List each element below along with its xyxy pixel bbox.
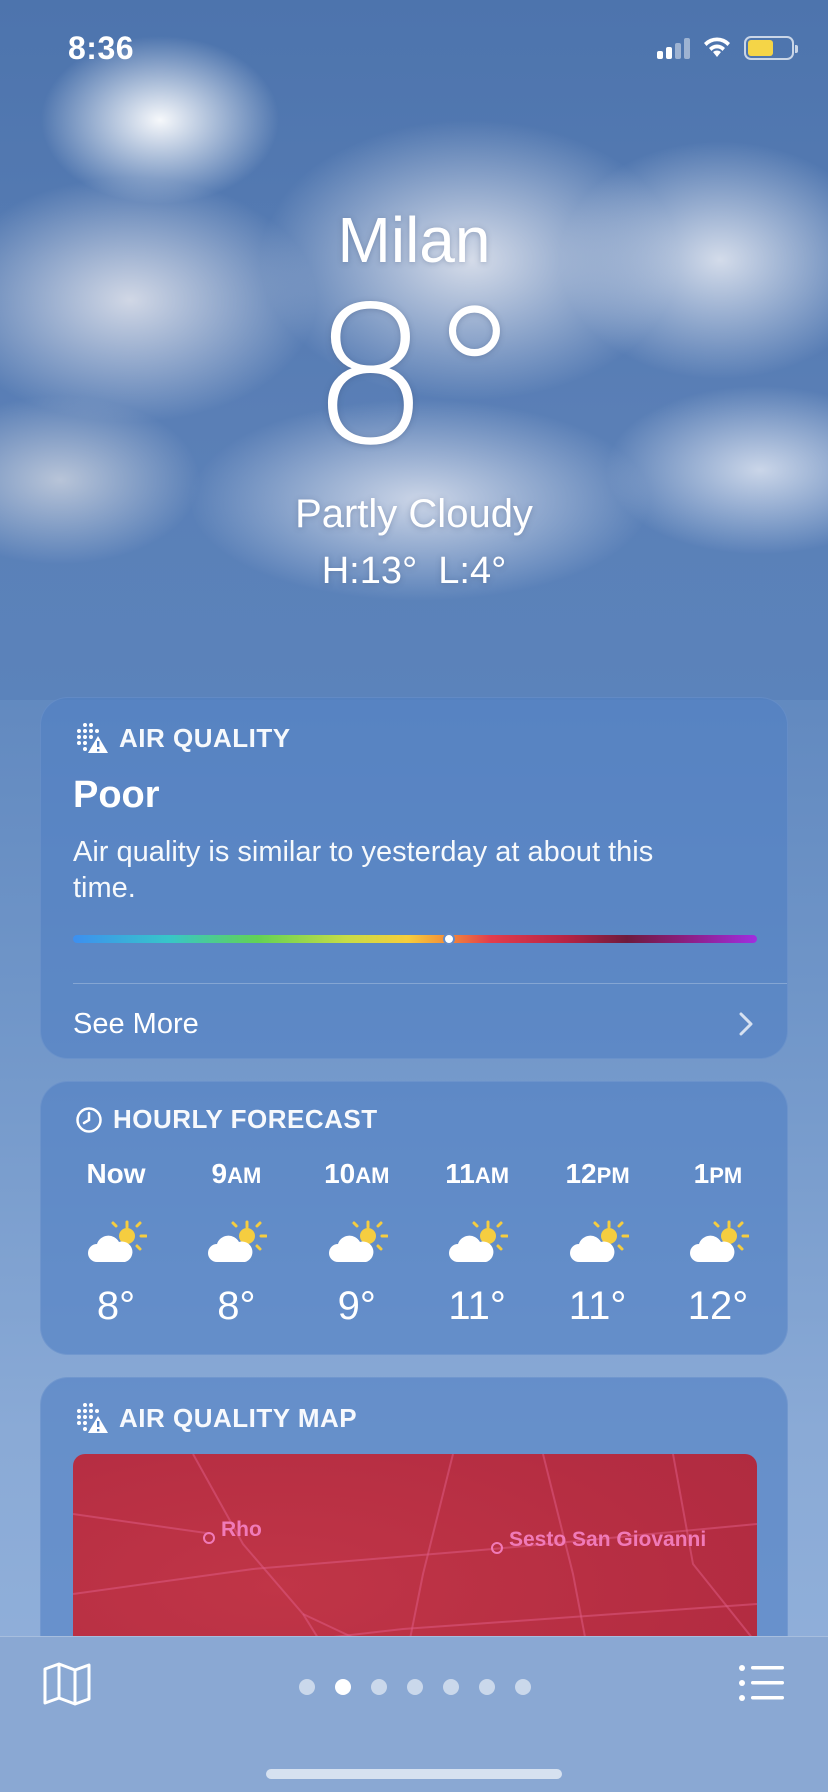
page-dot[interactable] [479, 1679, 495, 1695]
air-quality-marker [443, 933, 456, 945]
hour-item: Now 8° [57, 1154, 175, 1329]
hour-temperature: 12° [687, 1284, 749, 1328]
home-indicator[interactable] [266, 1769, 562, 1779]
page-indicator[interactable] [0, 1679, 828, 1695]
page-dot[interactable] [407, 1679, 423, 1695]
status-icons [657, 36, 798, 60]
hour-label: 12PM [565, 1158, 630, 1189]
partly-cloudy-icon [326, 1218, 389, 1266]
hour-item: 9AM 8° [177, 1154, 295, 1329]
hour-label: Now [86, 1158, 146, 1189]
hour-label: 10AM [324, 1158, 390, 1189]
map-location-dot [203, 1532, 215, 1544]
air-quality-level: Poor [73, 774, 160, 816]
air-quality-header: AIR QUALITY [75, 722, 291, 754]
hour-item: 11AM 11° [418, 1154, 536, 1329]
status-bar: 8:36 [0, 0, 828, 100]
see-more-button[interactable]: See More [73, 996, 757, 1052]
air-quality-description: Air quality is similar to yesterday at a… [73, 836, 654, 904]
map-label-rho: Rho [203, 1516, 262, 1544]
hour-label: 1PM [693, 1158, 743, 1189]
hour-temperature: 11° [568, 1284, 627, 1328]
partly-cloudy-icon [205, 1218, 268, 1266]
hour-temperature: 9° [337, 1284, 376, 1328]
hourly-list: Now 8° 9AM 8° 10AM 9° 11AM 11° 12PM 11° … [57, 1154, 777, 1329]
weather-condition: Partly Cloudy [295, 492, 533, 536]
page-dot[interactable] [335, 1679, 351, 1695]
page-dot[interactable] [515, 1679, 531, 1695]
hour-temperature: 11° [448, 1284, 506, 1328]
partly-cloudy-icon [446, 1218, 509, 1266]
air-quality-title: AIR QUALITY [119, 722, 291, 753]
hour-item: 12PM 11° [539, 1154, 657, 1329]
hour-label: 11AM [445, 1158, 510, 1189]
hourly-forecast-title: HOURLY FORECAST [113, 1104, 378, 1134]
air-quality-icon [75, 1402, 109, 1434]
battery-icon [744, 36, 798, 60]
hour-temperature: 8° [217, 1284, 256, 1328]
partly-cloudy-icon [687, 1218, 750, 1266]
page-dot[interactable] [299, 1679, 315, 1695]
hour-item: 1PM 12° [659, 1154, 777, 1329]
air-quality-card[interactable]: AIR QUALITY Poor Air quality is similar … [40, 697, 788, 1059]
partly-cloudy-icon [85, 1218, 148, 1266]
see-more-label: See More [73, 1007, 199, 1040]
hourly-forecast-card[interactable]: HOURLY FORECAST Now 8° 9AM 8° 10AM 9° 11… [40, 1081, 788, 1355]
cellular-signal-icon [657, 37, 690, 59]
page-dot[interactable] [371, 1679, 387, 1695]
air-quality-scale [73, 933, 757, 945]
map-location-dot [491, 1542, 503, 1554]
bottom-toolbar [0, 1636, 828, 1792]
hour-label: 9AM [211, 1158, 262, 1189]
partly-cloudy-icon [567, 1218, 630, 1266]
hour-temperature: 8° [96, 1284, 136, 1328]
chevron-right-icon [739, 1012, 753, 1036]
hourly-forecast-header: HOURLY FORECAST [75, 1104, 378, 1135]
page-dot[interactable] [443, 1679, 459, 1695]
divider [73, 983, 787, 984]
high-low-temperature: H:13° L:4° [321, 550, 507, 592]
map-label-sesto-san-giovanni: Sesto San Giovanni [491, 1526, 706, 1554]
weather-header: Milan 8° Partly Cloudy H:13° L:4° [0, 200, 828, 596]
current-temperature: 8° [310, 266, 522, 487]
clock-icon [75, 1106, 103, 1134]
wifi-icon [704, 37, 730, 57]
air-quality-map-header: AIR QUALITY MAP [75, 1402, 357, 1434]
air-quality-icon [75, 722, 109, 754]
hour-item: 10AM 9° [298, 1154, 416, 1329]
status-time: 8:36 [68, 30, 135, 66]
list-icon[interactable] [738, 1663, 784, 1703]
air-quality-map-title: AIR QUALITY MAP [119, 1402, 358, 1433]
